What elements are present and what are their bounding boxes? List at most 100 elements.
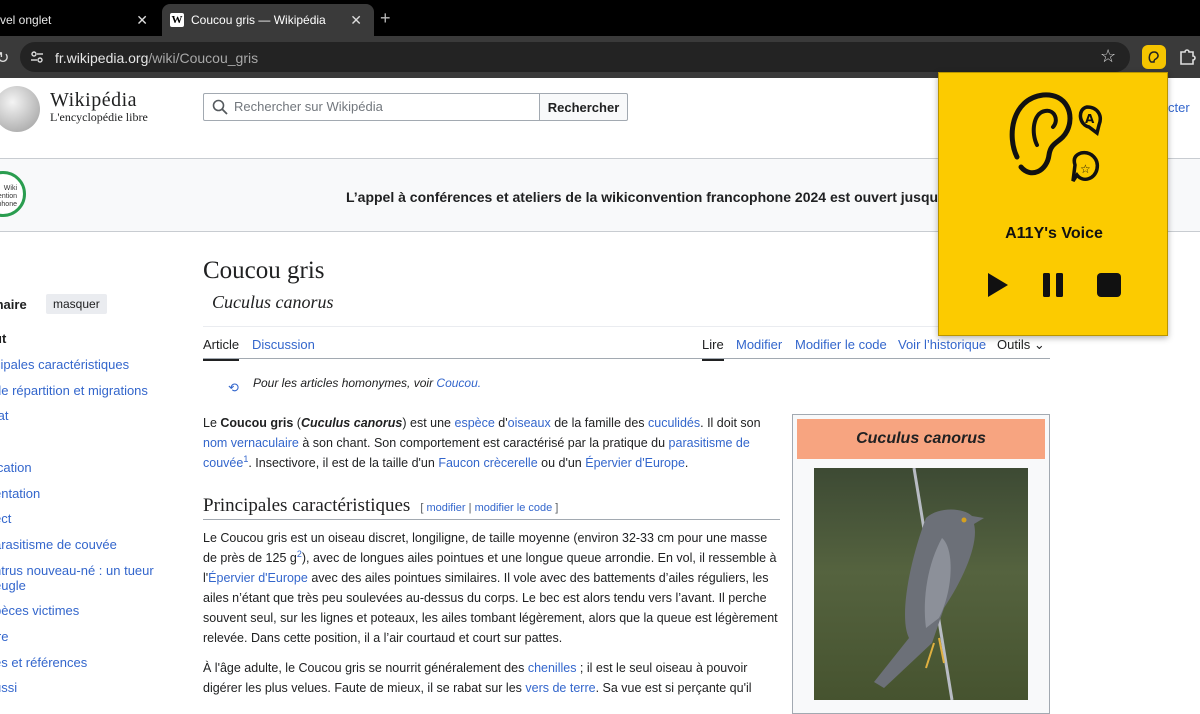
- link-epervier[interactable]: Épervier d'Europe: [585, 456, 685, 470]
- a11y-voice-popup: A ☆ A11Y's Voice: [938, 72, 1168, 336]
- tab-edit-source[interactable]: Modifier le code: [795, 337, 887, 352]
- hatnote: Pour les articles homonymes, voir Coucou…: [253, 376, 481, 390]
- play-button[interactable]: [977, 265, 1017, 305]
- toc-item[interactable]: arasitisme de couvée: [0, 537, 117, 552]
- close-tab-icon[interactable]: ✕: [350, 12, 362, 29]
- text: .: [684, 456, 689, 470]
- intro-paragraph: Le Coucou gris (Cuculus canorus) est une…: [203, 413, 783, 473]
- tools-label: Outils: [997, 337, 1031, 352]
- section-edit-link[interactable]: modifier: [426, 502, 465, 514]
- text: À l'âge adulte, le Coucou gris se nourri…: [203, 661, 528, 675]
- toc-item[interactable]: es et références: [0, 655, 87, 670]
- toc-item[interactable]: de répartition et migrations: [0, 383, 148, 398]
- pause-button[interactable]: [1033, 265, 1073, 305]
- search-box: [203, 93, 540, 121]
- tools-menu[interactable]: Outils ⌄: [997, 337, 1045, 353]
- wikipedia-tagline: L'encyclopédie libre: [50, 110, 148, 124]
- link-chenilles[interactable]: chenilles: [528, 661, 577, 675]
- page-tabs: Article Discussion Lire Modifier Modifie…: [203, 326, 1050, 361]
- stop-icon: [1097, 273, 1121, 297]
- tab-discussion[interactable]: Discussion: [252, 337, 315, 352]
- pause-icon: [1043, 273, 1063, 297]
- text: à son chant. Son comportement est caract…: [298, 436, 669, 450]
- link-espece[interactable]: espèce: [455, 416, 495, 430]
- toc-item-continued[interactable]: eugle: [0, 578, 26, 593]
- text: ou d'un: [537, 456, 586, 470]
- bookmark-star-icon[interactable]: ☆: [1100, 46, 1116, 67]
- link-oiseaux[interactable]: oiseaux: [508, 416, 551, 430]
- reload-icon[interactable]: ↻: [0, 48, 9, 68]
- link-cuculides[interactable]: cuculidés: [648, 416, 700, 430]
- url-text[interactable]: fr.wikipedia.org/wiki/Coucou_gris: [55, 50, 258, 66]
- wikipedia-globe-logo[interactable]: [0, 86, 40, 132]
- cuckoo-photo[interactable]: [814, 468, 1028, 700]
- search-icon: [212, 99, 228, 115]
- text: de la famille des: [550, 416, 648, 430]
- extension-title: A11Y's Voice: [1005, 225, 1103, 242]
- url-path: /wiki/Coucou_gris: [148, 50, 259, 66]
- search-input[interactable]: [234, 99, 524, 114]
- a11y-extension-icon[interactable]: [1142, 45, 1166, 69]
- body-paragraph: Le Coucou gris est un oiseau discret, lo…: [203, 528, 783, 648]
- stop-button[interactable]: [1089, 265, 1129, 305]
- new-tab-icon[interactable]: +: [380, 8, 391, 29]
- svg-text:☆: ☆: [1080, 162, 1091, 176]
- toc-item[interactable]: tat: [0, 408, 8, 423]
- toc-item[interactable]: ect: [0, 511, 11, 526]
- tab-title: Coucou gris — Wikipédia: [191, 13, 326, 27]
- text: . Insectivore, il est de la taille d'un: [248, 456, 439, 470]
- toc-item[interactable]: ire: [0, 629, 8, 644]
- chevron-down-icon: ⌄: [1033, 337, 1045, 352]
- text: ) est une: [402, 416, 455, 430]
- page-title: Coucou gris: [203, 257, 325, 284]
- separator: |: [465, 502, 475, 514]
- site-settings-icon[interactable]: [30, 50, 44, 64]
- extensions-puzzle-icon[interactable]: [1178, 46, 1198, 66]
- hatnote-text: Pour les articles homonymes, voir: [253, 376, 437, 390]
- bracket: ]: [552, 502, 559, 514]
- text: . Sa vue est si perçante qu'il: [595, 681, 752, 695]
- wikipedia-wordmark[interactable]: Wikipédia: [50, 89, 137, 112]
- page-subtitle-latin: Cuculus canorus: [212, 292, 334, 312]
- tab-new[interactable]: vel onglet ✕: [0, 4, 160, 36]
- tab-wikipedia[interactable]: W Coucou gris — Wikipédia ✕: [162, 4, 374, 36]
- toc-hide-button[interactable]: masquer: [46, 294, 107, 314]
- tab-read[interactable]: Lire: [702, 337, 724, 361]
- disambiguation-icon: ⟲: [228, 380, 239, 395]
- toc-item[interactable]: entation: [0, 486, 40, 501]
- toc-item[interactable]: ntrus nouveau-né : un tueur: [0, 563, 154, 578]
- link-nom-vernaculaire[interactable]: nom vernaculaire: [203, 436, 299, 450]
- text: d': [494, 416, 508, 430]
- tab-article[interactable]: Article: [203, 337, 240, 361]
- section-edit-code-link[interactable]: modifier le code: [475, 502, 553, 514]
- banner-text[interactable]: L’appel à conférences et ateliers de la …: [346, 189, 950, 205]
- text: (: [293, 416, 301, 430]
- toc-item[interactable]: cipales caractéristiques: [0, 357, 129, 372]
- svg-text:A: A: [1085, 112, 1095, 126]
- toc-item[interactable]: ussi: [0, 680, 17, 695]
- bold-latin-term: Cuculus canorus: [300, 416, 403, 430]
- toc-item[interactable]: pèces victimes: [0, 603, 79, 618]
- text: Le: [203, 416, 221, 430]
- toc-item[interactable]: ut: [0, 331, 6, 346]
- close-tab-icon[interactable]: ✕: [136, 12, 148, 29]
- tab-history[interactable]: Voir l’historique: [898, 337, 986, 352]
- bold-term: Coucou gris: [220, 416, 294, 430]
- play-icon: [988, 273, 1008, 297]
- wikipedia-favicon: W: [170, 13, 184, 27]
- text: . Il doit son: [700, 416, 761, 430]
- toc-title: maire: [0, 297, 27, 312]
- tab-title: vel onglet: [0, 13, 52, 27]
- hatnote-link[interactable]: Coucou.: [436, 376, 481, 390]
- link-faucon[interactable]: Faucon crècerelle: [438, 456, 537, 470]
- link-epervier[interactable]: Épervier d'Europe: [208, 571, 308, 585]
- url-host: fr.wikipedia.org: [55, 50, 149, 66]
- section-title: Principales caractéristiques: [203, 495, 411, 516]
- section-edit-links: [ modifier | modifier le code ]: [420, 502, 558, 514]
- toc-item[interactable]: ication: [0, 460, 32, 475]
- ear-accessibility-icon: A ☆: [1009, 92, 1102, 182]
- login-link[interactable]: cter: [1168, 100, 1190, 115]
- link-vers-de-terre[interactable]: vers de terre: [525, 681, 595, 695]
- search-button[interactable]: Rechercher: [539, 93, 628, 121]
- tab-edit[interactable]: Modifier: [736, 337, 782, 352]
